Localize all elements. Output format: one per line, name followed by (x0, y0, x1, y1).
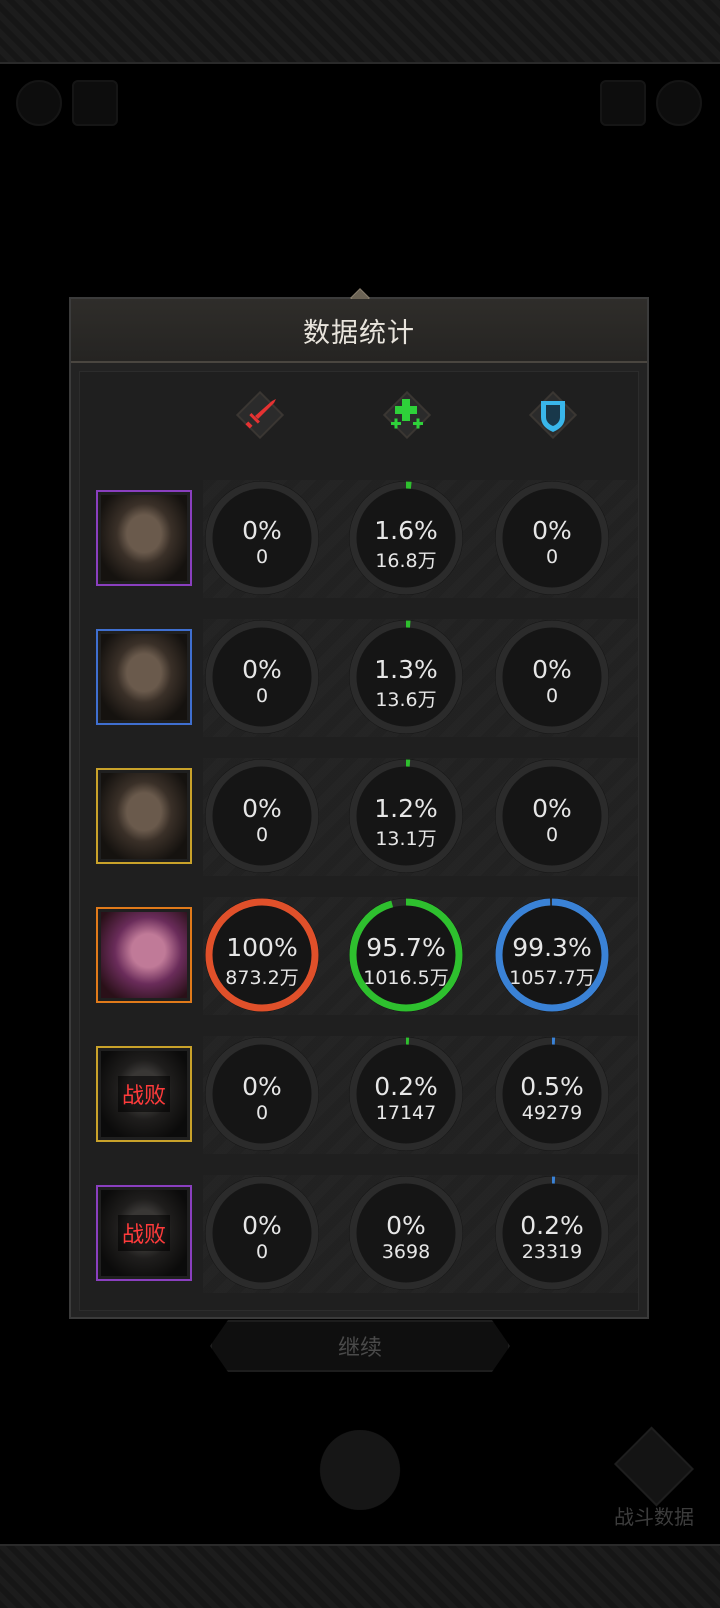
stat-ring: 1.6% 16.8万 (346, 478, 466, 598)
stat-value: 49279 (521, 1102, 583, 1124)
stat-ring: 1.2% 13.1万 (346, 756, 466, 876)
stat-ring: 0% 0 (492, 478, 612, 598)
hero-portrait[interactable] (96, 490, 192, 586)
stat-ring: 0.2% 23319 (492, 1173, 612, 1293)
bg-gear-icon (656, 80, 702, 126)
hero-avatar (101, 634, 187, 720)
bg-round-icon (300, 1430, 420, 1510)
stat-ring: 0% 0 (202, 478, 322, 598)
stat-ring: 0.2% 17147 (346, 1034, 466, 1154)
stat-percent: 0% (242, 655, 282, 684)
stat-value: 1016.5万 (363, 967, 449, 989)
hero-portrait[interactable] (96, 907, 192, 1003)
stat-value: 0 (255, 1241, 269, 1263)
stat-value: 1057.7万 (509, 967, 595, 989)
stat-percent: 1.3% (374, 655, 438, 684)
stat-value: 3698 (381, 1241, 431, 1263)
stat-ring: 0.5% 49279 (492, 1034, 612, 1154)
hero-portrait[interactable]: 战败 (96, 1185, 192, 1281)
bg-settings-icon (600, 80, 646, 126)
stats-panel: 数据统计 0% 0 1.6% 16.8万 0% 0 0% 0 1.3% 13.6万 0% 0 0% 0 1.… (69, 288, 649, 1319)
defeated-label: 战败 (117, 1076, 171, 1112)
battle-data-label: 战斗数据 (614, 1505, 694, 1529)
panel-title: 数据统计 (71, 299, 647, 363)
stat-percent: 0.2% (520, 1211, 584, 1240)
stat-value: 13.1万 (375, 828, 437, 850)
battle-data-button[interactable]: 战斗数据 (594, 1426, 714, 1530)
hero-avatar (101, 773, 187, 859)
stat-ring: 99.3% 1057.7万 (492, 895, 612, 1015)
stat-value: 13.6万 (375, 689, 437, 711)
bg-coin-icon (16, 80, 62, 126)
stat-ring: 0% 3698 (346, 1173, 466, 1293)
bottom-frame (0, 1544, 720, 1608)
stat-percent: 95.7% (366, 933, 446, 962)
stat-value: 23319 (521, 1241, 583, 1263)
stat-value: 0 (255, 685, 269, 707)
stat-ring: 0% 0 (202, 1173, 322, 1293)
stat-percent: 0.2% (374, 1072, 438, 1101)
continue-button[interactable]: 继续 (210, 1320, 510, 1372)
shield-icon (524, 390, 582, 440)
battle-data-icon (614, 1426, 694, 1507)
stats-grid: 0% 0 1.6% 16.8万 0% 0 0% 0 1.3% 13.6万 0% 0 0% 0 1.2% 13.… (79, 371, 639, 1311)
stat-ring: 0% 0 (202, 756, 322, 876)
stat-percent: 0% (386, 1211, 426, 1240)
hero-avatar (101, 912, 187, 998)
stat-ring: 100% 873.2万 (202, 895, 322, 1015)
stat-percent: 1.6% (374, 516, 438, 545)
bg-menu-icon (72, 80, 118, 126)
stat-value: 873.2万 (225, 967, 299, 989)
stat-value: 0 (545, 685, 559, 707)
damage-sword-icon (231, 390, 289, 440)
stat-ring: 1.3% 13.6万 (346, 617, 466, 737)
stat-ring: 0% 0 (492, 756, 612, 876)
stat-percent: 99.3% (512, 933, 592, 962)
defeated-label: 战败 (117, 1215, 171, 1251)
hero-portrait[interactable] (96, 629, 192, 725)
stat-value: 0 (545, 546, 559, 568)
stat-value: 0 (545, 824, 559, 846)
hero-avatar (101, 495, 187, 581)
stat-percent: 0% (532, 655, 572, 684)
stat-ring: 95.7% 1016.5万 (346, 895, 466, 1015)
top-frame (0, 0, 720, 64)
hero-portrait[interactable]: 战败 (96, 1046, 192, 1142)
hero-portrait[interactable] (96, 768, 192, 864)
stat-value: 16.8万 (375, 550, 437, 572)
healing-plus-icon (378, 390, 436, 440)
stat-value: 0 (255, 824, 269, 846)
stat-ring: 0% 0 (202, 1034, 322, 1154)
stat-value: 0 (255, 546, 269, 568)
stat-percent: 0% (532, 516, 572, 545)
stat-value: 17147 (375, 1102, 437, 1124)
stat-percent: 0% (242, 794, 282, 823)
stat-ring: 0% 0 (492, 617, 612, 737)
stat-percent: 0% (242, 516, 282, 545)
stat-ring: 0% 0 (202, 617, 322, 737)
stat-percent: 1.2% (374, 794, 438, 823)
stat-percent: 0% (242, 1211, 282, 1240)
stat-percent: 0% (242, 1072, 282, 1101)
stat-percent: 0% (532, 794, 572, 823)
stat-percent: 100% (226, 933, 298, 962)
stat-percent: 0.5% (520, 1072, 584, 1101)
stat-value: 0 (255, 1102, 269, 1124)
